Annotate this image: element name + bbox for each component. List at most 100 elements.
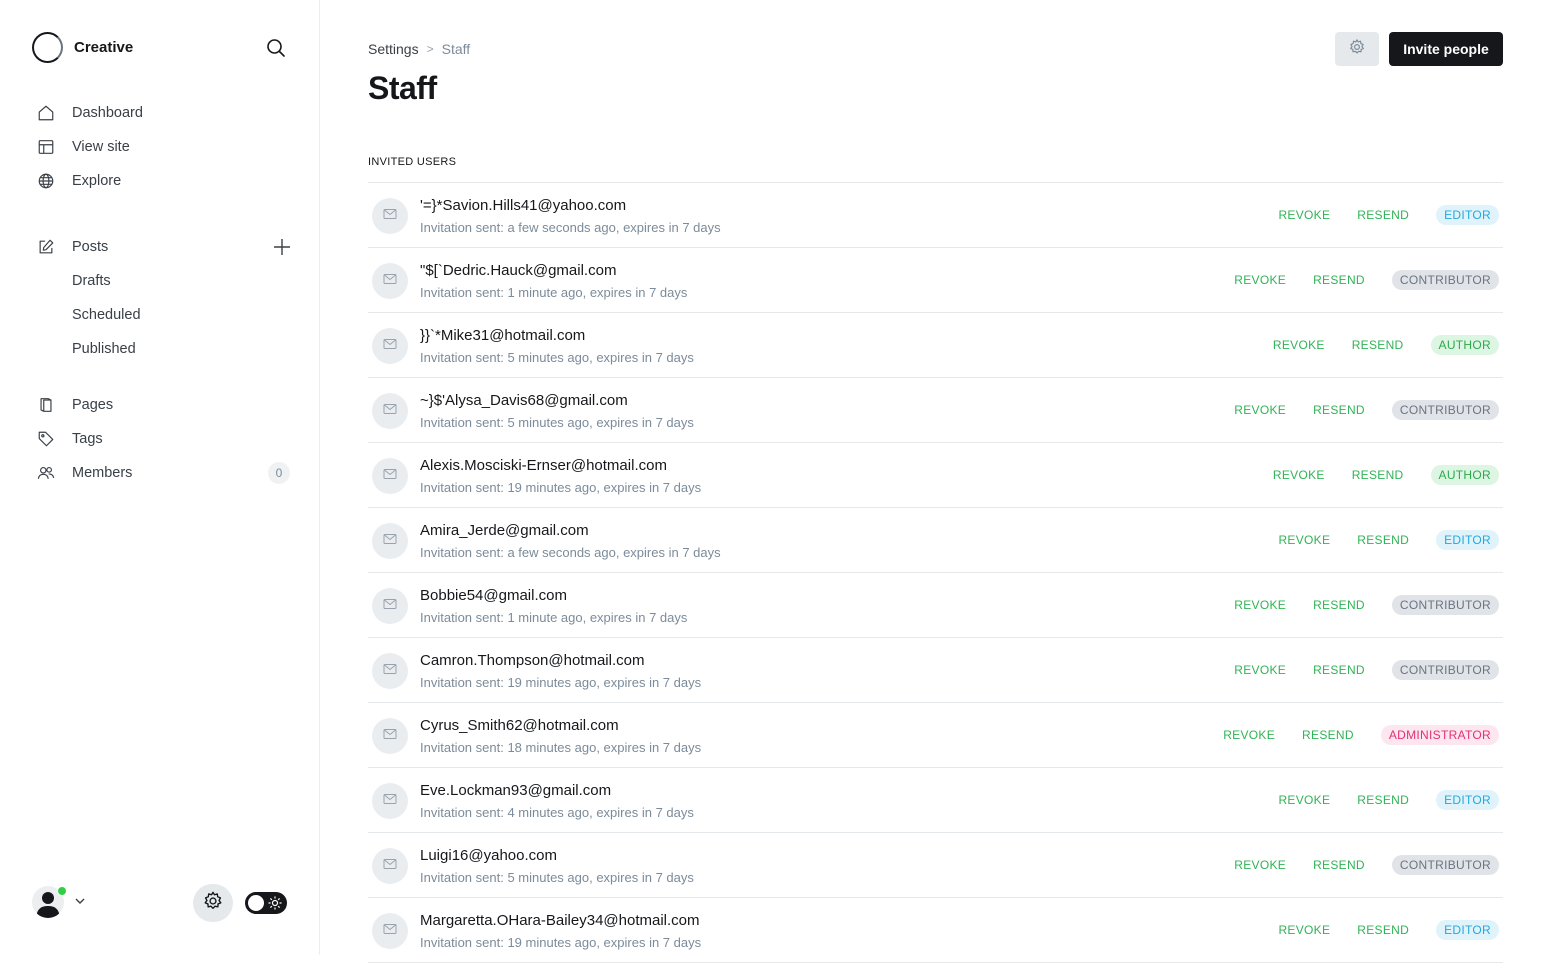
invite-actions: REVOKE RESEND CONTRIBUTOR xyxy=(1234,595,1499,615)
avatar-placeholder xyxy=(372,198,408,234)
resend-button[interactable]: RESEND xyxy=(1313,663,1365,677)
nav-label: Pages xyxy=(72,397,114,413)
invited-users-heading: INVITED USERS xyxy=(368,156,457,168)
invite-row: Bobbie54@gmail.com Invitation sent: 1 mi… xyxy=(368,573,1503,638)
invite-email: Luigi16@yahoo.com xyxy=(420,847,557,864)
avatar-placeholder xyxy=(372,328,408,364)
toggle-knob xyxy=(248,895,264,911)
invite-meta: Invitation sent: 1 minute ago, expires i… xyxy=(420,285,688,300)
nav-label: View site xyxy=(72,139,130,155)
revoke-button[interactable]: REVOKE xyxy=(1234,663,1286,677)
nav-item-view-site[interactable]: View site xyxy=(36,130,292,164)
invite-meta: Invitation sent: 5 minutes ago, expires … xyxy=(420,415,694,430)
breadcrumb-separator: > xyxy=(426,42,434,56)
pencil-square-icon xyxy=(36,237,56,257)
resend-button[interactable]: RESEND xyxy=(1352,468,1404,482)
invite-meta: Invitation sent: a few seconds ago, expi… xyxy=(420,545,721,560)
nav-item-dashboard[interactable]: Dashboard xyxy=(36,96,292,130)
resend-button[interactable]: RESEND xyxy=(1357,923,1409,937)
sidebar-footer xyxy=(32,884,292,924)
invite-row: '=}*Savion.Hills41@yahoo.com Invitation … xyxy=(368,183,1503,248)
members-icon xyxy=(36,463,56,483)
invite-actions: REVOKE RESEND EDITOR xyxy=(1278,530,1499,550)
invite-email: Camron.Thompson@hotmail.com xyxy=(420,652,645,669)
resend-button[interactable]: RESEND xyxy=(1352,338,1404,352)
breadcrumb-settings-link[interactable]: Settings xyxy=(368,41,419,57)
envelope-icon xyxy=(383,922,397,940)
role-badge: AUTHOR xyxy=(1430,335,1499,355)
invite-meta: Invitation sent: 4 minutes ago, expires … xyxy=(420,805,694,820)
staff-settings-button[interactable] xyxy=(1335,32,1379,66)
nav-label: Members xyxy=(72,465,133,481)
nav-label: Drafts xyxy=(72,273,111,289)
nav-item-explore[interactable]: Explore xyxy=(36,164,292,198)
chevron-down-icon[interactable] xyxy=(74,894,86,912)
revoke-button[interactable]: REVOKE xyxy=(1234,858,1286,872)
role-badge: CONTRIBUTOR xyxy=(1391,660,1499,680)
nav-label: Dashboard xyxy=(72,105,143,121)
page-icon xyxy=(36,395,56,415)
theme-toggle[interactable] xyxy=(245,892,287,914)
nav-label: Explore xyxy=(72,173,122,189)
invite-email: Cyrus_Smith62@hotmail.com xyxy=(420,717,619,734)
invite-people-button[interactable]: Invite people xyxy=(1389,32,1503,66)
avatar-placeholder xyxy=(372,913,408,949)
resend-button[interactable]: RESEND xyxy=(1313,858,1365,872)
revoke-button[interactable]: REVOKE xyxy=(1278,923,1330,937)
role-badge: CONTRIBUTOR xyxy=(1391,400,1499,420)
plus-icon[interactable] xyxy=(272,237,292,257)
nav-item-scheduled[interactable]: Scheduled xyxy=(36,298,292,332)
settings-button[interactable] xyxy=(193,884,233,922)
invite-row: Alexis.Mosciski-Ernser@hotmail.com Invit… xyxy=(368,443,1503,508)
nav-label: Scheduled xyxy=(72,307,141,323)
nav-item-tags[interactable]: Tags xyxy=(36,422,292,456)
sidebar: Creative Dashboard View site Explore Pos… xyxy=(0,0,320,955)
nav-item-pages[interactable]: Pages xyxy=(36,388,292,422)
nav-item-published[interactable]: Published xyxy=(36,332,292,366)
invite-meta: Invitation sent: 18 minutes ago, expires… xyxy=(420,740,702,755)
invite-email: "$[`Dedric.Hauck@gmail.com xyxy=(420,262,617,279)
invite-meta: Invitation sent: 5 minutes ago, expires … xyxy=(420,350,694,365)
avatar-placeholder xyxy=(372,718,408,754)
invite-row: Cyrus_Smith62@hotmail.com Invitation sen… xyxy=(368,703,1503,768)
primary-nav: Dashboard View site Explore xyxy=(36,96,292,198)
invite-actions: REVOKE RESEND CONTRIBUTOR xyxy=(1234,855,1499,875)
role-badge: CONTRIBUTOR xyxy=(1391,270,1499,290)
nav-item-members[interactable]: Members 0 xyxy=(36,456,292,490)
invite-meta: Invitation sent: 19 minutes ago, expires… xyxy=(420,675,702,690)
resend-button[interactable]: RESEND xyxy=(1357,793,1409,807)
house-icon xyxy=(36,103,56,123)
invite-row: Eve.Lockman93@gmail.com Invitation sent:… xyxy=(368,768,1503,833)
gear-icon xyxy=(202,890,224,917)
revoke-button[interactable]: REVOKE xyxy=(1234,273,1286,287)
revoke-button[interactable]: REVOKE xyxy=(1223,728,1275,742)
site-logo xyxy=(32,32,63,63)
site-name: Creative xyxy=(74,39,134,56)
role-badge: EDITOR xyxy=(1436,920,1499,940)
revoke-button[interactable]: REVOKE xyxy=(1278,793,1330,807)
resend-button[interactable]: RESEND xyxy=(1357,208,1409,222)
role-badge: CONTRIBUTOR xyxy=(1391,595,1499,615)
avatar-placeholder xyxy=(372,653,408,689)
resend-button[interactable]: RESEND xyxy=(1302,728,1354,742)
search-icon[interactable] xyxy=(264,36,288,60)
tag-icon xyxy=(36,429,56,449)
envelope-icon xyxy=(383,402,397,420)
resend-button[interactable]: RESEND xyxy=(1313,403,1365,417)
revoke-button[interactable]: REVOKE xyxy=(1278,208,1330,222)
invite-row: ~}$'Alysa_Davis68@gmail.com Invitation s… xyxy=(368,378,1503,443)
revoke-button[interactable]: REVOKE xyxy=(1234,598,1286,612)
revoke-button[interactable]: REVOKE xyxy=(1273,468,1325,482)
brand[interactable]: Creative xyxy=(32,32,133,63)
resend-button[interactable]: RESEND xyxy=(1313,273,1365,287)
nav-item-drafts[interactable]: Drafts xyxy=(36,264,292,298)
revoke-button[interactable]: REVOKE xyxy=(1278,533,1330,547)
revoke-button[interactable]: REVOKE xyxy=(1273,338,1325,352)
invite-actions: REVOKE RESEND EDITOR xyxy=(1278,205,1499,225)
resend-button[interactable]: RESEND xyxy=(1313,598,1365,612)
main-content: Settings > Staff Staff Invite people INV… xyxy=(368,0,1503,963)
revoke-button[interactable]: REVOKE xyxy=(1234,403,1286,417)
resend-button[interactable]: RESEND xyxy=(1357,533,1409,547)
nav-item-posts[interactable]: Posts xyxy=(36,230,292,264)
invite-row: Camron.Thompson@hotmail.com Invitation s… xyxy=(368,638,1503,703)
